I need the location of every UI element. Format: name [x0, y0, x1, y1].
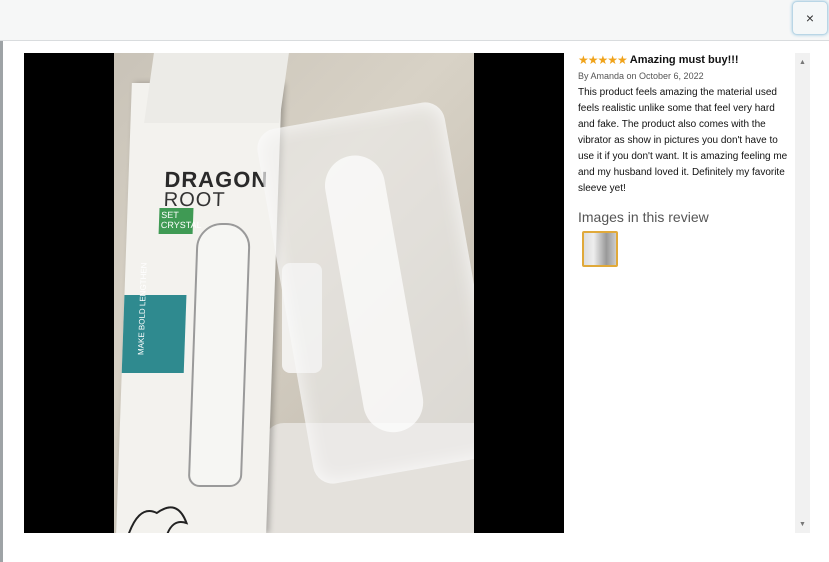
photo-sleeve-in-bag — [320, 150, 428, 437]
review-photo: DRAGON ROOT SET CRYSTAL MAKE BOLD LENGTH… — [114, 53, 474, 533]
box-sleeve-illustration — [187, 223, 251, 487]
close-button[interactable]: × — [792, 1, 828, 35]
review-image-thumbnail[interactable] — [582, 231, 618, 267]
dragon-logo-icon — [124, 506, 189, 533]
box-set-badge: SET CRYSTAL — [158, 208, 202, 234]
badge-line-1: SET — [161, 210, 179, 220]
review-panel: ★★★★★ Amazing must buy!!! By Amanda on O… — [578, 53, 793, 533]
close-icon: × — [805, 10, 815, 26]
modal-body: DRAGON ROOT SET CRYSTAL MAKE BOLD LENGTH… — [3, 41, 829, 562]
teal-label-text: MAKE BOLD LENGTHEN — [136, 262, 149, 355]
box-teal-label: MAKE BOLD LENGTHEN — [121, 263, 187, 373]
star-rating-icon: ★★★★★ — [578, 53, 628, 67]
box-brand-title: DRAGON — [164, 167, 269, 192]
review-title-row: ★★★★★ Amazing must buy!!! — [578, 53, 793, 67]
modal-header: × — [0, 0, 829, 41]
review-byline: By Amanda on October 6, 2022 — [578, 71, 704, 81]
review-scrollbar[interactable]: ▲ ▼ — [795, 53, 810, 533]
review-photo-viewer[interactable]: DRAGON ROOT SET CRYSTAL MAKE BOLD LENGTH… — [24, 53, 564, 533]
images-heading: Images in this review — [578, 209, 709, 225]
review-title: Amazing must buy!!! — [629, 54, 739, 66]
scroll-up-icon[interactable]: ▲ — [795, 55, 810, 69]
badge-line-2: CRYSTAL — [160, 220, 202, 230]
review-body: This product feels amazing the material … — [578, 87, 788, 194]
scroll-down-icon[interactable]: ▼ — [795, 517, 810, 531]
photo-box-flap — [144, 53, 289, 123]
